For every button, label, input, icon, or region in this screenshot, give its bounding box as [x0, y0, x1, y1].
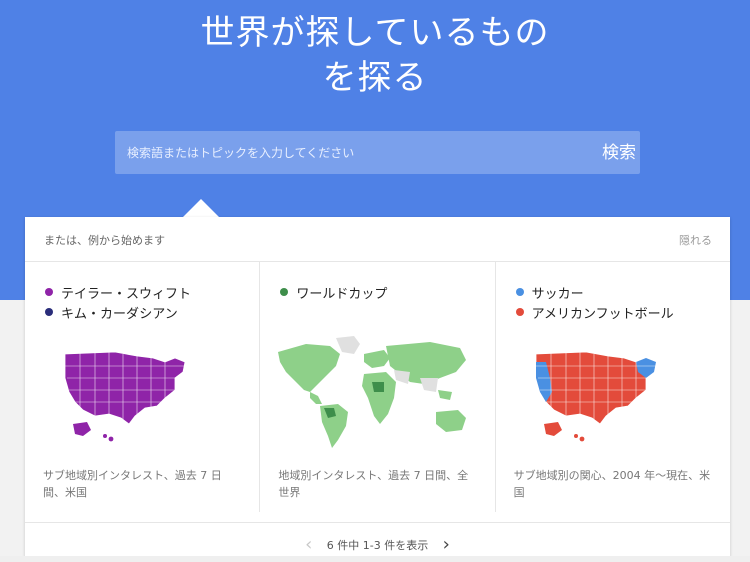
card-caption: サブ地域別インタレスト、過去 7 日間、米国: [43, 469, 222, 499]
example-card-1[interactable]: テイラー・スウィフト キム・カーダシアン サブ地域別インタレスト、過去 7 日間…: [25, 262, 261, 512]
card-caption: 地域別インタレスト、過去 7 日間、全世界: [278, 469, 469, 499]
legend-dot-icon: [45, 308, 53, 316]
example-card-2[interactable]: ワールドカップ 地域別インタレスト、過去 7 日間、全世界: [260, 262, 496, 512]
legend-label: サッカー: [531, 286, 584, 302]
pagination-text: 6 件中 1-3 件を表示: [326, 539, 429, 552]
card-legend: サッカー アメリカンフットボール: [515, 282, 674, 322]
legend-item: サッカー: [515, 282, 674, 302]
chevron-right-icon[interactable]: ›: [436, 536, 456, 554]
page-bottom: [0, 556, 750, 562]
legend-label: キム・カーダシアン: [61, 306, 178, 322]
legend-label: アメリカンフットボール: [531, 306, 674, 322]
example-cards: テイラー・スウィフト キム・カーダシアン サブ地域別インタレスト、過去 7 日間…: [25, 262, 730, 512]
legend-item: アメリカンフットボール: [515, 302, 674, 322]
hero-title-line1: 世界が探しているもの: [200, 13, 550, 53]
legend-item: テイラー・スウィフト: [45, 282, 191, 302]
card-legend: ワールドカップ: [280, 282, 387, 302]
search-placeholder: 検索語またはトピックを入力してください: [127, 146, 355, 160]
hide-button[interactable]: 隠れる: [679, 232, 712, 248]
legend-item: キム・カーダシアン: [45, 302, 191, 322]
search-input[interactable]: 検索語またはトピックを入力してください 検索: [115, 131, 640, 174]
card-caption: サブ地域別の関心、2004 年〜現在、米国: [513, 469, 711, 499]
search-button[interactable]: 検索: [594, 140, 644, 166]
panel-header-text: または、例から始めます: [44, 234, 165, 247]
legend-dot-icon: [515, 308, 524, 316]
legend-item: ワールドカップ: [280, 282, 387, 302]
hero-title-line2: を探る: [322, 58, 428, 98]
legend-dot-icon: [515, 288, 524, 296]
pagination: ‹ 6 件中 1-3 件を表示 ›: [25, 522, 730, 559]
us-map-icon: [535, 351, 657, 442]
legend-dot-icon: [45, 288, 53, 296]
card-legend: テイラー・スウィフト キム・カーダシアン: [45, 282, 191, 322]
legend-dot-icon: [280, 288, 289, 296]
panel-header: または、例から始めます 隠れる: [25, 217, 730, 262]
panel-caret: [183, 199, 219, 217]
us-map-icon: [64, 351, 186, 442]
world-map-icon: [278, 336, 467, 448]
legend-label: ワールドカップ: [296, 286, 388, 302]
chevron-left-icon[interactable]: ‹: [299, 536, 319, 554]
legend-label: テイラー・スウィフト: [61, 286, 192, 302]
examples-panel: または、例から始めます 隠れる テイラー・スウィフト キム・カーダシアン サブ地…: [25, 217, 730, 557]
example-card-3[interactable]: サッカー アメリカンフットボール サブ地域別の関心、2004 年〜現在、米国: [496, 262, 730, 512]
